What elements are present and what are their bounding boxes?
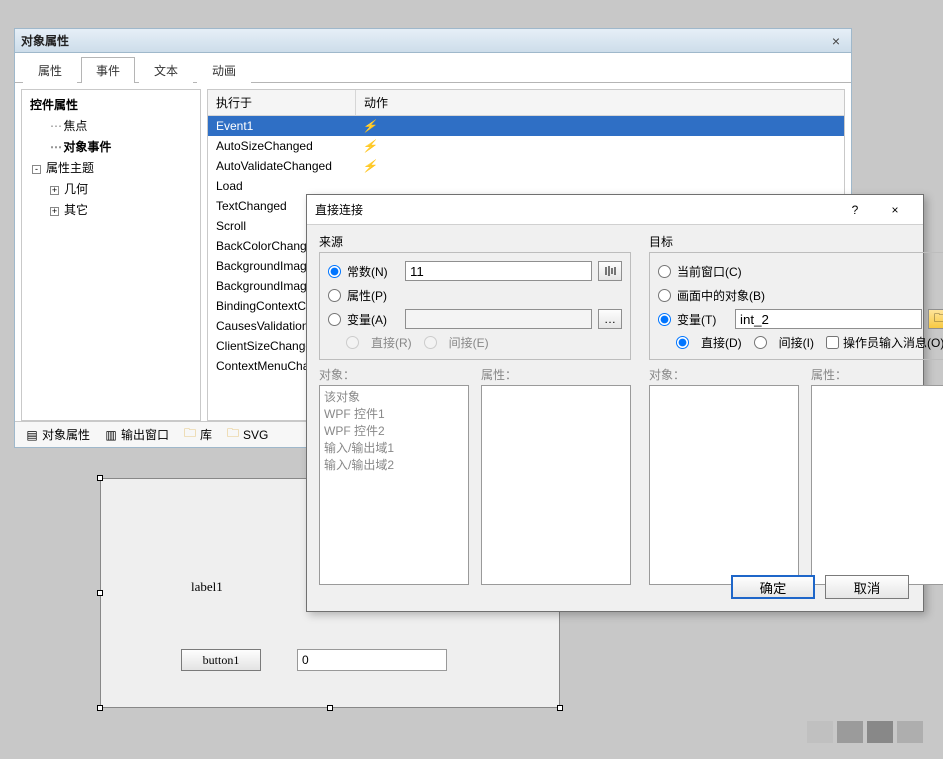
source-property-label: 属性： <box>481 366 631 383</box>
design-button1[interactable]: button1 <box>181 649 261 671</box>
browse-icon[interactable]: … <box>598 309 622 329</box>
radio-target-direct[interactable] <box>676 336 689 349</box>
target-property-list[interactable] <box>811 385 943 585</box>
svg-icon: 🗀 <box>226 428 240 442</box>
list-item[interactable]: WPF 控件1 <box>324 405 464 422</box>
radio-source-direct <box>346 336 359 349</box>
resize-handle[interactable] <box>97 475 103 481</box>
event-row[interactable]: Event1⚡ <box>208 116 844 136</box>
design-textbox[interactable] <box>297 649 447 671</box>
close-button[interactable]: × <box>875 196 915 224</box>
tab-properties[interactable]: 属性 <box>23 57 77 83</box>
list-item[interactable]: 该对象 <box>324 388 464 405</box>
tab-events[interactable]: 事件 <box>81 57 135 83</box>
target-object-label: 对象： <box>649 366 799 383</box>
toolbar-library[interactable]: 🗀 库 <box>179 424 216 445</box>
list-item[interactable]: WPF 控件2 <box>324 422 464 439</box>
category-tree[interactable]: 控件属性 ⋯ 焦点⋯ 对象事件-属性主题+几何+其它 <box>21 89 201 421</box>
resize-handle[interactable] <box>97 705 103 711</box>
direct-connection-dialog: 直接连接 ? × 来源 常数(N) <box>306 194 924 612</box>
source-object-label: 对象： <box>319 366 469 383</box>
radio-target-indirect[interactable] <box>754 336 767 349</box>
tree-item[interactable]: ⋯ 对象事件 <box>22 136 200 157</box>
help-button[interactable]: ? <box>835 196 875 224</box>
source-object-list[interactable]: 该对象WPF 控件1WPF 控件2输入/输出域1输入/输出域2 <box>319 385 469 585</box>
checkbox-operator-input[interactable] <box>826 336 839 349</box>
output-icon: ▥ <box>104 428 118 442</box>
tree-item[interactable]: +其它 <box>22 199 200 220</box>
event-row[interactable]: AutoValidateChanged⚡ <box>208 156 844 176</box>
grid-col-action[interactable]: 动作 <box>356 90 396 115</box>
radio-source-constant[interactable] <box>328 265 341 278</box>
radio-source-variable[interactable] <box>328 313 341 326</box>
resize-handle[interactable] <box>97 590 103 596</box>
source-property-list[interactable] <box>481 385 631 585</box>
watermark <box>807 721 923 743</box>
label-source-constant: 常数(N) <box>347 263 399 280</box>
dialog-titlebar[interactable]: 直接连接 ? × <box>307 195 923 225</box>
label-target-current-window: 当前窗口(C) <box>677 263 742 280</box>
toolbar-object-properties[interactable]: ▤ 对象属性 <box>21 424 94 445</box>
radio-target-variable[interactable] <box>658 313 671 326</box>
ok-button[interactable]: 确定 <box>731 575 815 599</box>
collapse-icon[interactable]: - <box>32 165 41 174</box>
lightning-icon: ⚡ <box>362 119 377 133</box>
dialog-title: 直接连接 <box>315 201 835 218</box>
close-icon[interactable]: × <box>827 33 845 49</box>
label-source-variable: 变量(A) <box>347 311 399 328</box>
tree-item[interactable]: +几何 <box>22 178 200 199</box>
settings-icon[interactable] <box>598 261 622 281</box>
toolbar-svg[interactable]: 🗀 SVG <box>222 426 272 444</box>
list-item[interactable]: 输入/输出域1 <box>324 439 464 456</box>
lightning-icon: ⚡ <box>362 139 377 153</box>
tab-text[interactable]: 文本 <box>139 57 193 83</box>
tree-item[interactable]: ⋯ 焦点 <box>22 115 200 136</box>
folder-icon[interactable]: 🗀 <box>928 309 943 329</box>
label-target-variable: 变量(T) <box>677 311 729 328</box>
prop-win-titlebar[interactable]: 对象属性 × <box>15 29 851 53</box>
target-group: 目标 当前窗口(C) 画面中的对象(B) 变量(T) <box>649 233 943 585</box>
toolbar-output-window[interactable]: ▥ 输出窗口 <box>100 424 173 445</box>
target-object-list[interactable] <box>649 385 799 585</box>
folder-icon: 🗀 <box>183 428 197 442</box>
cancel-button[interactable]: 取消 <box>825 575 909 599</box>
tree-item[interactable]: -属性主题 <box>22 157 200 178</box>
radio-target-current-window[interactable] <box>658 265 671 278</box>
target-title: 目标 <box>649 233 943 250</box>
expand-icon[interactable]: + <box>50 186 59 195</box>
source-title: 来源 <box>319 233 631 250</box>
lightning-icon: ⚡ <box>362 159 377 173</box>
list-item[interactable]: 输入/输出域2 <box>324 456 464 473</box>
radio-source-indirect <box>424 336 437 349</box>
resize-handle[interactable] <box>557 705 563 711</box>
properties-icon: ▤ <box>25 428 39 442</box>
event-row[interactable]: AutoSizeChanged⚡ <box>208 136 844 156</box>
target-variable-input[interactable] <box>735 309 922 329</box>
grid-col-execute[interactable]: 执行于 <box>208 90 356 115</box>
design-label1[interactable]: label1 <box>191 579 223 595</box>
tab-animation[interactable]: 动画 <box>197 57 251 83</box>
expand-icon[interactable]: + <box>50 207 59 216</box>
event-row[interactable]: Load <box>208 176 844 196</box>
constant-input[interactable] <box>405 261 592 281</box>
label-target-screen-object: 画面中的对象(B) <box>677 287 765 304</box>
prop-win-title: 对象属性 <box>21 32 827 49</box>
source-group: 来源 常数(N) 属性(P) <box>319 233 631 585</box>
radio-source-property[interactable] <box>328 289 341 302</box>
tabstrip: 属性 事件 文本 动画 <box>15 53 851 83</box>
resize-handle[interactable] <box>327 705 333 711</box>
radio-target-screen-object[interactable] <box>658 289 671 302</box>
label-source-property: 属性(P) <box>347 287 399 304</box>
target-property-label: 属性： <box>811 366 943 383</box>
source-variable-input <box>405 309 592 329</box>
tree-header: 控件属性 <box>22 94 200 115</box>
